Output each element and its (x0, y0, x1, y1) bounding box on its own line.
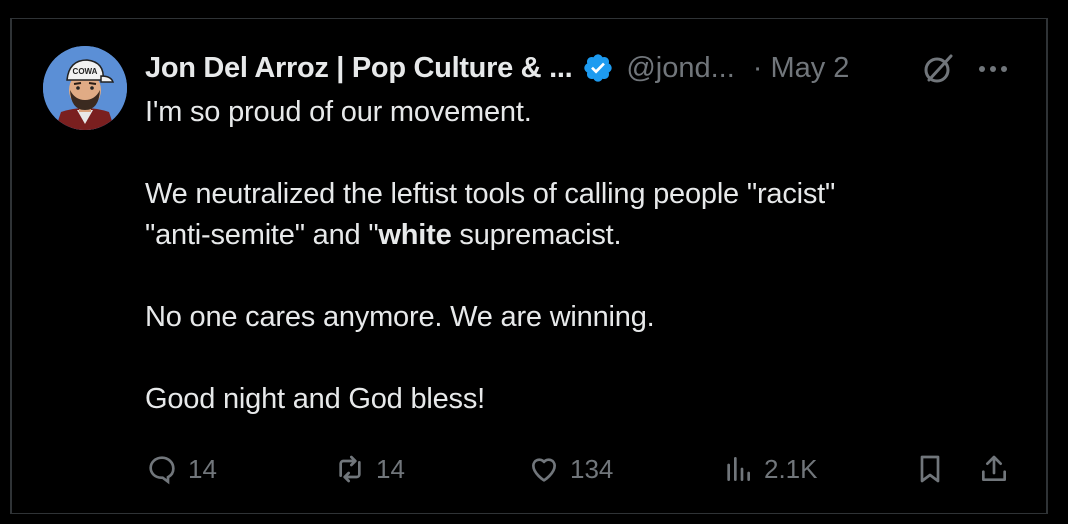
tweet-header: Jon Del Arroz | Pop Culture & ... @jond.… (145, 46, 849, 90)
handle[interactable]: @jond... (626, 52, 734, 85)
heart-icon (532, 458, 556, 482)
tweet-text-segment: supremacist. (451, 219, 622, 251)
repost-icon (339, 455, 361, 483)
tweet-date[interactable]: May 2 (770, 52, 849, 85)
grok-icon[interactable] (921, 52, 955, 86)
verified-badge-icon[interactable] (582, 52, 614, 84)
more-options-icon[interactable] (976, 54, 1010, 84)
share-icon (982, 455, 1006, 481)
repost-button[interactable]: 14 (334, 450, 405, 488)
tweet-line: "anti-semite" and "white supremacist. (145, 215, 1005, 256)
views-button[interactable]: 2.1K (722, 450, 818, 488)
tweet-line: We neutralized the leftist tools of call… (145, 178, 836, 210)
view-count: 2.1K (764, 453, 818, 484)
avatar-illustration: COWA (43, 46, 127, 130)
tweet-bold-word: white (378, 219, 452, 251)
share-button[interactable] (978, 450, 1010, 488)
bookmark-icon (920, 455, 940, 483)
analytics-icon (727, 457, 750, 481)
tweet-text: I'm so proud of our movement. We neutral… (145, 92, 1005, 420)
repost-count: 14 (376, 453, 405, 484)
avatar[interactable]: COWA (43, 46, 127, 130)
reply-icon (149, 456, 175, 485)
avatar-cap-text: COWA (73, 67, 98, 76)
tweet-line: I'm so proud of our movement. (145, 96, 532, 128)
separator-dot: · (752, 51, 763, 84)
tweet-text-segment: "anti-semite" and " (145, 219, 379, 251)
bookmark-button[interactable] (914, 450, 946, 488)
display-name[interactable]: Jon Del Arroz | Pop Culture & ... (145, 52, 573, 85)
tweet-line: Good night and God bless! (145, 383, 486, 415)
tweet-line: No one cares anymore. We are winning. (145, 301, 655, 333)
like-count: 134 (570, 453, 614, 484)
like-button[interactable]: 134 (528, 450, 613, 488)
reply-count: 14 (188, 453, 217, 484)
reply-button[interactable]: 14 (146, 450, 217, 488)
